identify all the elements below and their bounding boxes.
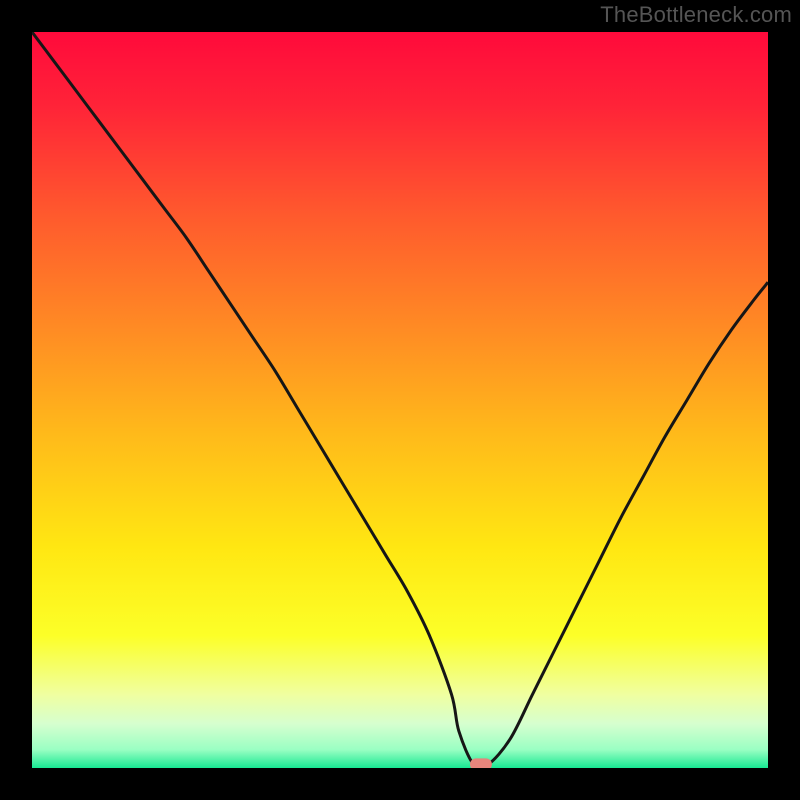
optimal-marker [470,758,492,768]
plot-area [32,32,768,768]
chart-container: TheBottleneck.com [0,0,800,800]
watermark-label: TheBottleneck.com [600,2,792,28]
bottleneck-chart [32,32,768,768]
gradient-background [32,32,768,768]
